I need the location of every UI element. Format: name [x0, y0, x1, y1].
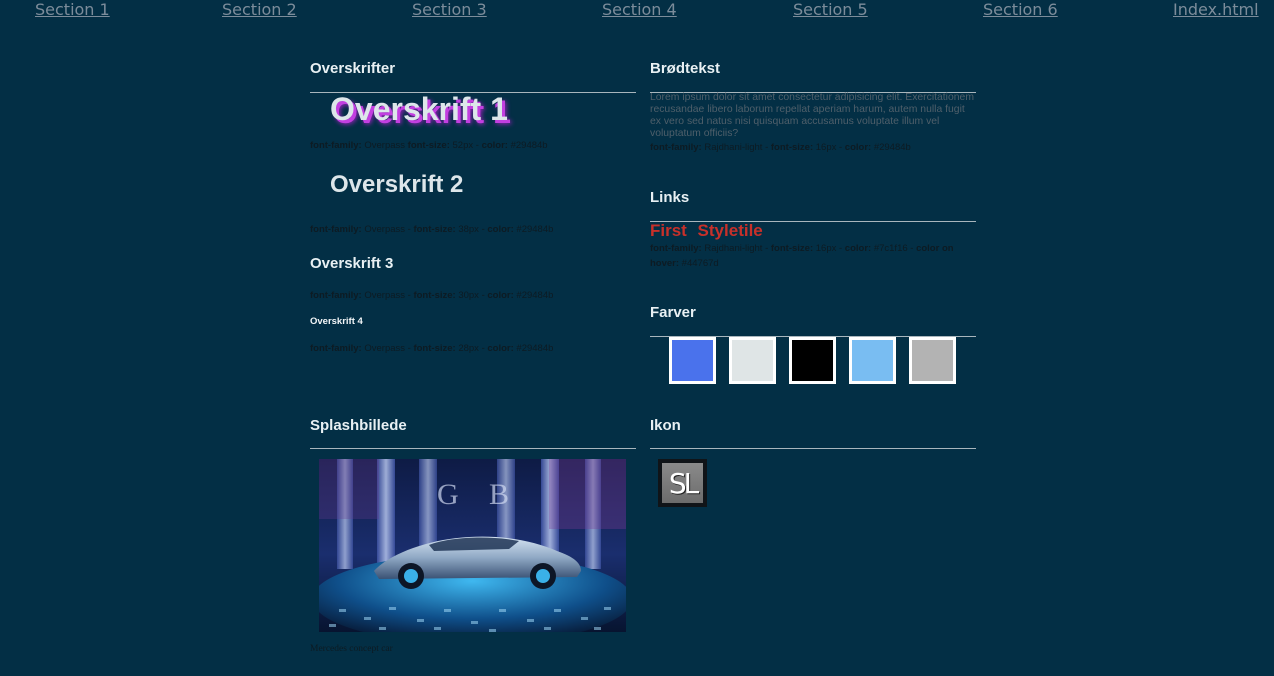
splash-divider: [310, 448, 636, 449]
headings-section-title: Overskrifter: [310, 60, 396, 77]
icon-divider: [650, 448, 976, 449]
links-section-title: Links: [650, 189, 690, 206]
splash-section-title: Splashbillede: [310, 417, 407, 434]
heading-4-spec: font-family: Overpass - font-size: 28px …: [310, 343, 554, 354]
heading-3-sample: Overskrift 3: [310, 255, 394, 272]
nav-link-section-1[interactable]: Section 1: [35, 0, 110, 20]
sample-link[interactable]: First Styletile: [650, 221, 763, 241]
nav-link-section-5[interactable]: Section 5: [793, 0, 868, 20]
top-nav: Section 1 Section 2 Section 3 Section 4 …: [0, 0, 1274, 24]
heading-4-sample: Overskrift 4: [310, 316, 363, 327]
heading-2-sample: Overskrift 2: [330, 171, 464, 198]
bodytext-spec: font-family: Rajdhani-light - font-size:…: [650, 142, 911, 153]
bodytext-sample: Lorem ipsum dolor sit amet consectetur a…: [650, 92, 974, 139]
splash-image: G B: [319, 459, 626, 632]
splash-caption: Mercedes concept car: [310, 644, 393, 654]
nav-link-section-6[interactable]: Section 6: [983, 0, 1058, 20]
colors-section-title: Farver: [650, 304, 696, 321]
nav-link-index[interactable]: Index.html: [1173, 0, 1259, 20]
color-swatch-blue: [669, 337, 716, 384]
sl-logo-icon: SL: [658, 459, 707, 507]
bodytext-section-title: Brødtekst: [650, 60, 721, 77]
color-swatch-black: [789, 337, 836, 384]
svg-text:G: G: [437, 478, 459, 511]
heading-2-spec: font-family: Overpass - font-size: 38px …: [310, 224, 554, 235]
nav-link-section-3[interactable]: Section 3: [412, 0, 487, 20]
heading-1-sample: Overskrift 1: [330, 91, 508, 127]
links-spec: font-family: Rajdhani-light - font-size:…: [650, 243, 954, 269]
nav-link-section-4[interactable]: Section 4: [602, 0, 677, 20]
color-swatch-light-blue: [849, 337, 896, 384]
icon-section-title: Ikon: [650, 417, 681, 434]
heading-1-spec: font-family: Overpass font-size: 52px - …: [310, 140, 548, 151]
nav-link-section-2[interactable]: Section 2: [222, 0, 297, 20]
color-swatch-light-gray: [729, 337, 776, 384]
sl-logo-letters: SL: [662, 463, 703, 503]
svg-text:B: B: [489, 478, 509, 511]
heading-3-spec: font-family: Overpass - font-size: 30px …: [310, 290, 554, 301]
color-swatch-gray: [909, 337, 956, 384]
